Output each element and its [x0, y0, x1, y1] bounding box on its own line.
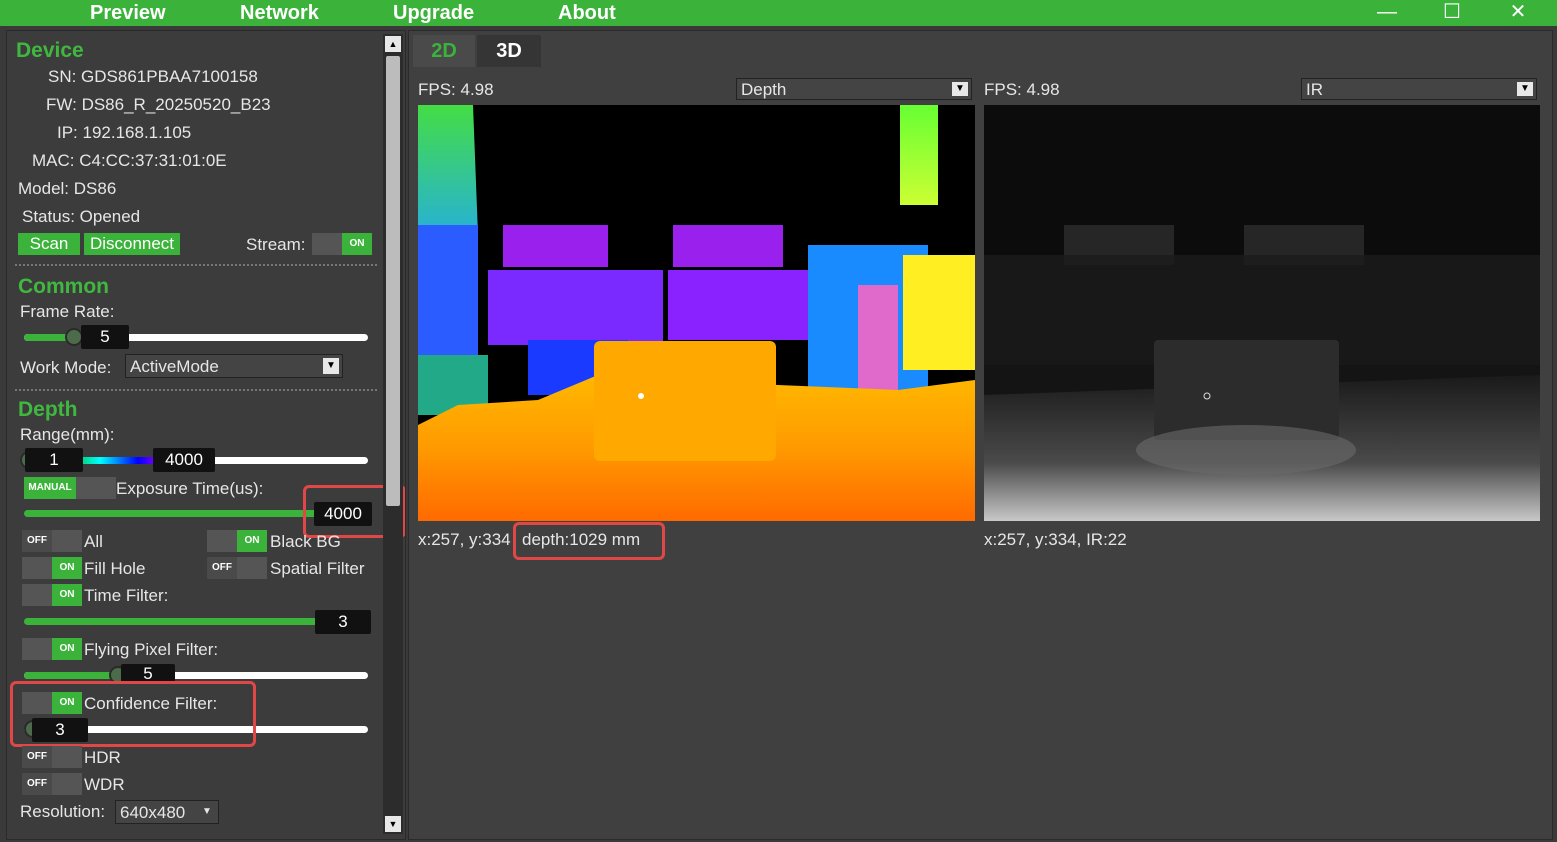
hdr-label: HDR [84, 748, 121, 767]
exposure-mode-state: MANUAL [24, 477, 76, 499]
depth-mode-select[interactable]: Depth ▼ [736, 78, 972, 100]
time-filter-value: 3 [315, 610, 371, 634]
scroll-down-icon[interactable]: ▼ [385, 816, 401, 832]
title-bar: Preview Network Upgrade About — ☐ ✕ [0, 0, 1557, 26]
settings-panel: Device SN: GDS861PBAA7100158 FW: DS86_R_… [6, 30, 406, 840]
resolution-value: 640x480 [120, 803, 186, 822]
time-filter-toggle[interactable]: ON [22, 584, 82, 606]
wdr-label: WDR [84, 775, 125, 794]
depth-image-render [418, 105, 975, 521]
work-mode-select[interactable]: ActiveMode ▼ [125, 354, 343, 378]
chevron-down-icon: ▼ [1517, 82, 1533, 96]
maximize-button[interactable]: ☐ [1432, 0, 1472, 26]
spatial-toggle[interactable]: OFF [207, 557, 267, 579]
menu-preview[interactable]: Preview [90, 0, 166, 26]
exposure-mode-toggle[interactable]: MANUAL [24, 477, 116, 499]
flying-pixel-toggle-state: ON [52, 638, 82, 660]
flying-pixel-toggle[interactable]: ON [22, 638, 82, 660]
menu-upgrade[interactable]: Upgrade [393, 0, 474, 26]
device-status: Status: Opened [22, 207, 141, 226]
black-bg-toggle[interactable]: ON [207, 530, 267, 552]
wdr-toggle[interactable]: OFF [22, 773, 82, 795]
wdr-toggle-state: OFF [22, 773, 52, 795]
chevron-down-icon: ▼ [199, 804, 215, 820]
spatial-label: Spatial Filter [270, 559, 365, 578]
ir-image[interactable] [984, 105, 1540, 521]
scan-button[interactable]: Scan [18, 233, 80, 255]
common-section-title: Common [18, 275, 109, 298]
settings-scrollbar[interactable]: ▲ ▼ [383, 34, 403, 834]
resolution-label: Resolution: [20, 802, 106, 821]
highlight-box [513, 522, 665, 560]
tab-3d[interactable]: 3D [477, 35, 541, 67]
work-mode-label: Work Mode: [20, 358, 112, 377]
divider [15, 389, 377, 391]
device-fw: FW: DS86_R_20250520_B23 [46, 95, 271, 114]
frame-rate-label: Frame Rate: [20, 302, 115, 321]
menu-about[interactable]: About [558, 0, 616, 26]
fill-hole-label: Fill Hole [84, 559, 146, 578]
divider [15, 264, 377, 266]
depth-image[interactable] [418, 105, 975, 521]
close-button[interactable]: ✕ [1498, 0, 1538, 26]
ir-mode-value: IR [1306, 80, 1323, 99]
hdr-toggle[interactable]: OFF [22, 746, 82, 768]
device-sn: SN: GDS861PBAA7100158 [48, 67, 258, 86]
device-mac: MAC: C4:CC:37:31:01:0E [32, 151, 227, 170]
highlight-box [10, 681, 256, 747]
work-mode-value: ActiveMode [130, 357, 219, 376]
disconnect-button[interactable]: Disconnect [84, 233, 180, 255]
depth-coord: x:257, y:334 [418, 530, 511, 549]
range-max-value: 4000 [153, 448, 215, 472]
frame-rate-value: 5 [81, 325, 129, 349]
device-section-title: Device [16, 39, 84, 62]
stream-label: Stream: [246, 235, 306, 254]
tab-2d[interactable]: 2D [413, 35, 475, 67]
flying-pixel-fill [24, 672, 116, 679]
fill-hole-toggle-state: ON [52, 557, 82, 579]
depth-section-title: Depth [18, 398, 78, 421]
all-label: All [84, 532, 103, 551]
chevron-down-icon: ▼ [952, 82, 968, 96]
ir-image-render [984, 105, 1540, 521]
time-filter-label: Time Filter: [84, 586, 169, 605]
scroll-thumb[interactable] [386, 56, 400, 506]
all-toggle-state: OFF [22, 530, 52, 552]
range-min-value: 1 [25, 448, 83, 472]
menu-network[interactable]: Network [240, 0, 319, 26]
ir-mode-select[interactable]: IR ▼ [1301, 78, 1537, 100]
resolution-select[interactable]: 640x480 ▼ [115, 800, 219, 824]
all-toggle[interactable]: OFF [22, 530, 82, 552]
device-model: Model: DS86 [18, 179, 117, 198]
range-label: Range(mm): [20, 425, 115, 444]
time-filter-toggle-state: ON [52, 584, 82, 606]
stream-toggle[interactable]: ON [312, 233, 372, 255]
depth-mode-value: Depth [741, 80, 787, 99]
spatial-toggle-state: OFF [207, 557, 237, 579]
depth-fps: FPS: 4.98 [418, 80, 494, 99]
scroll-up-icon[interactable]: ▲ [385, 36, 401, 52]
ir-coord: x:257, y:334, IR:22 [984, 530, 1127, 549]
fill-hole-toggle[interactable]: ON [22, 557, 82, 579]
black-bg-toggle-state: ON [237, 530, 267, 552]
black-bg-label: Black BG [270, 532, 341, 551]
flying-pixel-label: Flying Pixel Filter: [84, 640, 219, 659]
device-ip: IP: 192.168.1.105 [57, 123, 192, 142]
hdr-toggle-state: OFF [22, 746, 52, 768]
minimize-button[interactable]: — [1367, 0, 1407, 26]
ir-fps: FPS: 4.98 [984, 80, 1060, 99]
stream-toggle-state: ON [342, 233, 372, 255]
exposure-label: Exposure Time(us): [116, 479, 264, 498]
preview-area: 2D 3D FPS: 4.98 Depth ▼ FPS: 4.98 IR ▼ x… [408, 30, 1553, 840]
chevron-down-icon: ▼ [323, 358, 339, 374]
